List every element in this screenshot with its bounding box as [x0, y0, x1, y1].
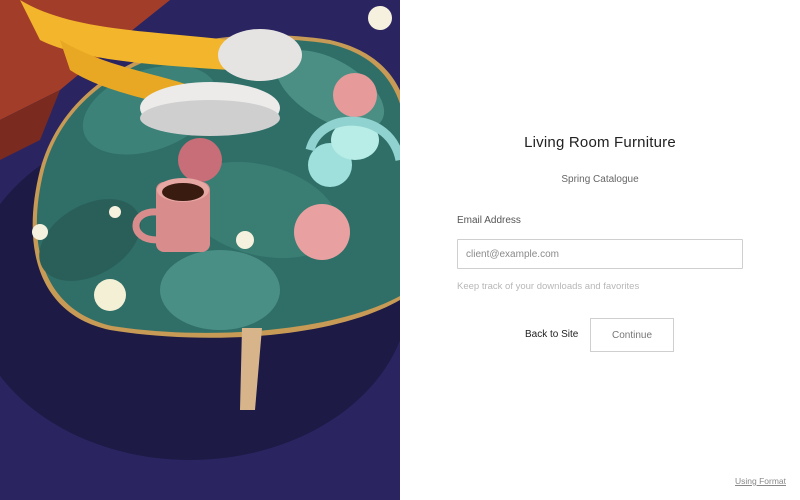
page-subtitle: Spring Catalogue	[561, 174, 639, 185]
hero-image	[0, 0, 400, 500]
email-hint: Keep track of your downloads and favorit…	[457, 281, 640, 292]
email-label: Email Address	[457, 215, 521, 226]
back-to-site-link[interactable]: Back to Site	[525, 329, 578, 340]
using-format-link[interactable]: Using Format	[735, 476, 786, 486]
signin-panel: Living Room Furniture Spring Catalogue E…	[400, 0, 800, 500]
email-field[interactable]	[457, 239, 743, 269]
hero-illustration	[0, 0, 400, 500]
page-title: Living Room Furniture	[524, 134, 676, 151]
continue-button[interactable]: Continue	[590, 318, 674, 352]
